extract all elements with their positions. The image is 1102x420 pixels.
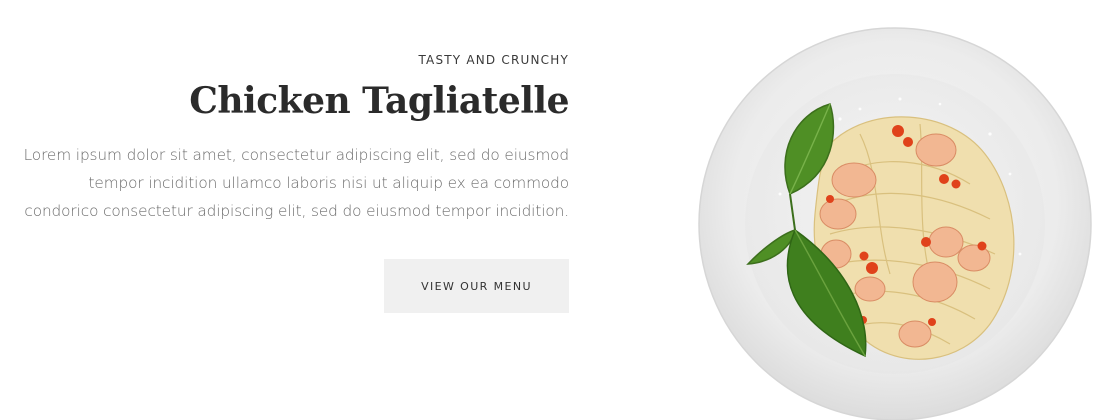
hero-title: Chicken Tagliatelle	[189, 80, 569, 122]
hero-description: Lorem ipsum dolor sit amet, consectetur …	[23, 146, 569, 220]
dish-image	[690, 24, 1100, 420]
view-menu-button[interactable]: VIEW OUR MENU	[384, 259, 569, 313]
hero-eyebrow: TASTY AND CRUNCHY	[418, 53, 569, 67]
